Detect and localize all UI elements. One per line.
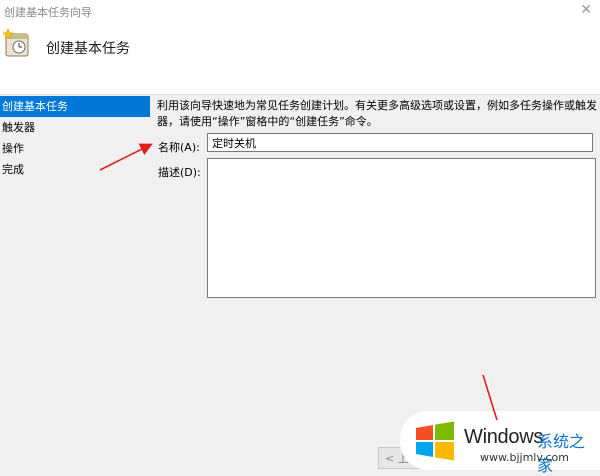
- page-title: 创建基本任务: [46, 41, 130, 57]
- description-textarea[interactable]: [207, 158, 596, 298]
- watermark-badge: Windows 系统之家 www.bjjmlv.com: [400, 411, 600, 475]
- sidebar-item-action[interactable]: 操作: [0, 138, 150, 159]
- task-wizard-clock-icon: [2, 28, 29, 57]
- description-label: 描述(D):: [158, 166, 201, 179]
- window-title: 创建基本任务向导: [4, 6, 92, 19]
- sidebar-item-label: 创建基本任务: [2, 100, 68, 113]
- description-line: 利用该向导快速地为常见任务创建计划。有关更多高级选项或设置，例如多任务操作或触发: [157, 99, 597, 112]
- watermark-url: www.bjjmlv.com: [480, 451, 569, 464]
- wizard-steps-sidebar: 创建基本任务 触发器 操作 完成: [0, 96, 150, 470]
- sidebar-item-trigger[interactable]: 触发器: [0, 117, 150, 138]
- wizard-description: 利用该向导快速地为常见任务创建计划。有关更多高级选项或设置，例如多任务操作或触发…: [157, 98, 597, 130]
- title-bar: 创建基本任务向导 ✕: [0, 0, 600, 22]
- watermark-brand: Windows: [464, 426, 544, 448]
- description-line: 器，请使用“操作”窗格中的“创建任务”命令。: [157, 115, 378, 128]
- name-label: 名称(A):: [158, 141, 200, 154]
- sidebar-item-label: 操作: [2, 142, 24, 155]
- windows-logo-icon: [416, 421, 454, 461]
- wizard-header: 创建基本任务: [0, 22, 600, 95]
- sidebar-item-label: 触发器: [2, 121, 35, 134]
- sidebar-item-finish[interactable]: 完成: [0, 159, 150, 180]
- close-icon[interactable]: ✕: [580, 2, 592, 18]
- name-input[interactable]: [207, 133, 593, 152]
- sidebar-item-create-basic-task[interactable]: 创建基本任务: [0, 96, 150, 117]
- sidebar-item-label: 完成: [2, 163, 24, 176]
